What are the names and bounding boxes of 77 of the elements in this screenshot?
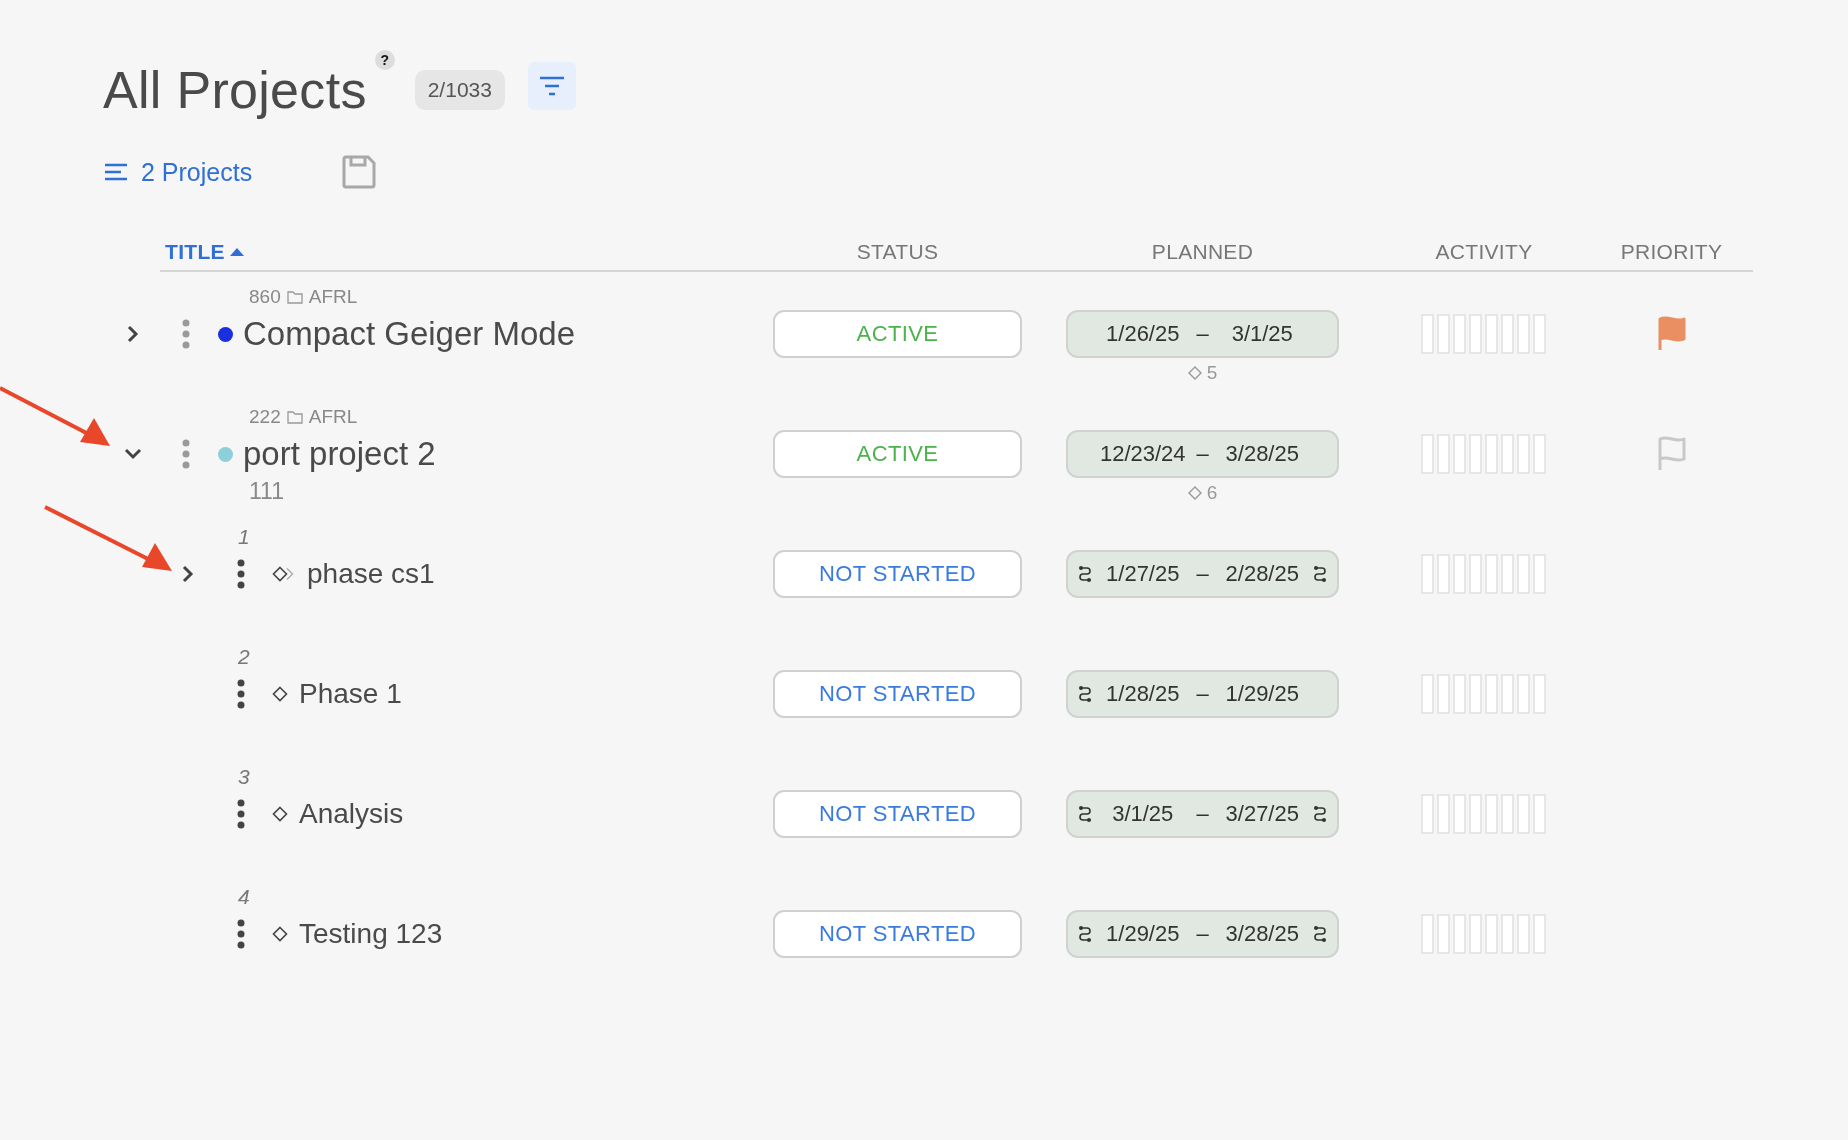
column-header[interactable]: STATUS — [856, 240, 939, 264]
milestone-count: 6 — [1206, 482, 1218, 504]
project-subtitle: 111 — [248, 478, 285, 506]
diamond-icon — [1187, 486, 1202, 500]
phase-title[interactable]: phase cs1 — [307, 558, 435, 590]
date-range-pill[interactable]: 1/28/25 – 1/29/25 — [1066, 670, 1339, 718]
date-dash: – — [1195, 801, 1210, 827]
link-icon — [1078, 805, 1092, 823]
diamond-icon — [1187, 366, 1202, 380]
phase-number: 4 — [238, 885, 250, 909]
end-date: 3/28/25 — [1224, 921, 1300, 947]
date-range-pill[interactable]: 12/23/24 – 3/28/25 — [1066, 430, 1339, 478]
status-button[interactable]: NOT STARTED — [773, 910, 1022, 958]
status-button[interactable]: NOT STARTED — [773, 550, 1022, 598]
link-icon — [1078, 685, 1092, 703]
more-options-icon[interactable] — [237, 799, 245, 829]
filter-button[interactable] — [527, 62, 576, 110]
link-icon — [1078, 925, 1092, 943]
page-title: All Projects — [103, 60, 367, 120]
diamond-icon — [272, 926, 288, 942]
project-number: 222 — [249, 406, 281, 428]
phase-number: 2 — [238, 645, 250, 669]
phase-number: 1 — [238, 525, 250, 549]
link-icon — [1078, 565, 1092, 583]
end-date: 3/1/25 — [1230, 321, 1294, 347]
sort-icon[interactable] — [229, 247, 244, 257]
more-options-icon[interactable] — [237, 559, 245, 589]
folder-icon — [286, 410, 303, 424]
column-header[interactable]: ACTIVITY — [1435, 240, 1533, 264]
start-date: 1/27/25 — [1105, 561, 1181, 587]
date-range-pill[interactable]: 1/29/25 – 3/28/25 — [1066, 910, 1339, 958]
date-dash: – — [1195, 921, 1210, 947]
phase-title[interactable]: Analysis — [299, 798, 404, 830]
date-dash: – — [1195, 441, 1210, 467]
date-range-pill[interactable]: 3/1/25 – 3/27/25 — [1066, 790, 1339, 838]
folder-icon — [286, 290, 303, 304]
date-range-pill[interactable]: 1/26/25 – 3/1/25 — [1066, 310, 1339, 358]
phase-title[interactable]: Phase 1 — [299, 678, 402, 710]
status-button[interactable]: NOT STARTED — [773, 790, 1022, 838]
phase-group-icon — [272, 566, 296, 582]
start-date: 3/1/25 — [1111, 801, 1175, 827]
start-date: 12/23/24 — [1098, 441, 1187, 467]
status-button[interactable]: NOT STARTED — [773, 670, 1022, 718]
diamond-icon — [272, 686, 288, 702]
end-date: 3/27/25 — [1224, 801, 1300, 827]
milestone-count: 5 — [1206, 362, 1218, 384]
date-dash: – — [1195, 321, 1210, 347]
date-range-pill[interactable]: 1/27/25 – 2/28/25 — [1066, 550, 1339, 598]
end-date: 1/29/25 — [1224, 681, 1300, 707]
column-header[interactable]: PRIORITY — [1620, 240, 1723, 264]
column-header[interactable]: TITLE — [165, 240, 225, 264]
phase-number: 3 — [238, 765, 250, 789]
folder-name: AFRL — [308, 406, 358, 428]
column-header[interactable]: PLANNED — [1151, 240, 1254, 264]
project-number: 860 — [249, 286, 281, 308]
date-dash: – — [1195, 681, 1210, 707]
link-icon — [1313, 925, 1327, 943]
project-title[interactable]: Compact Geiger Mode — [243, 315, 575, 353]
end-date: 3/28/25 — [1224, 441, 1300, 467]
link-icon — [1313, 565, 1327, 583]
projects-list-button[interactable]: 2 Projects — [105, 157, 253, 187]
date-dash: – — [1195, 561, 1210, 587]
end-date: 2/28/25 — [1224, 561, 1300, 587]
more-options-icon[interactable] — [237, 679, 245, 709]
project-title[interactable]: port project 2 — [243, 435, 436, 473]
phase-title[interactable]: Testing 123 — [299, 918, 443, 950]
start-date: 1/29/25 — [1105, 921, 1181, 947]
diamond-icon — [272, 806, 288, 822]
start-date: 1/28/25 — [1105, 681, 1181, 707]
start-date: 1/26/25 — [1105, 321, 1181, 347]
folder-name: AFRL — [308, 286, 358, 308]
count-badge: 2/1033 — [414, 70, 505, 110]
more-options-icon[interactable] — [237, 919, 245, 949]
help-button[interactable]: ? — [374, 50, 395, 70]
list-icon — [105, 163, 127, 181]
filter-icon — [538, 76, 565, 96]
link-icon — [1313, 805, 1327, 823]
